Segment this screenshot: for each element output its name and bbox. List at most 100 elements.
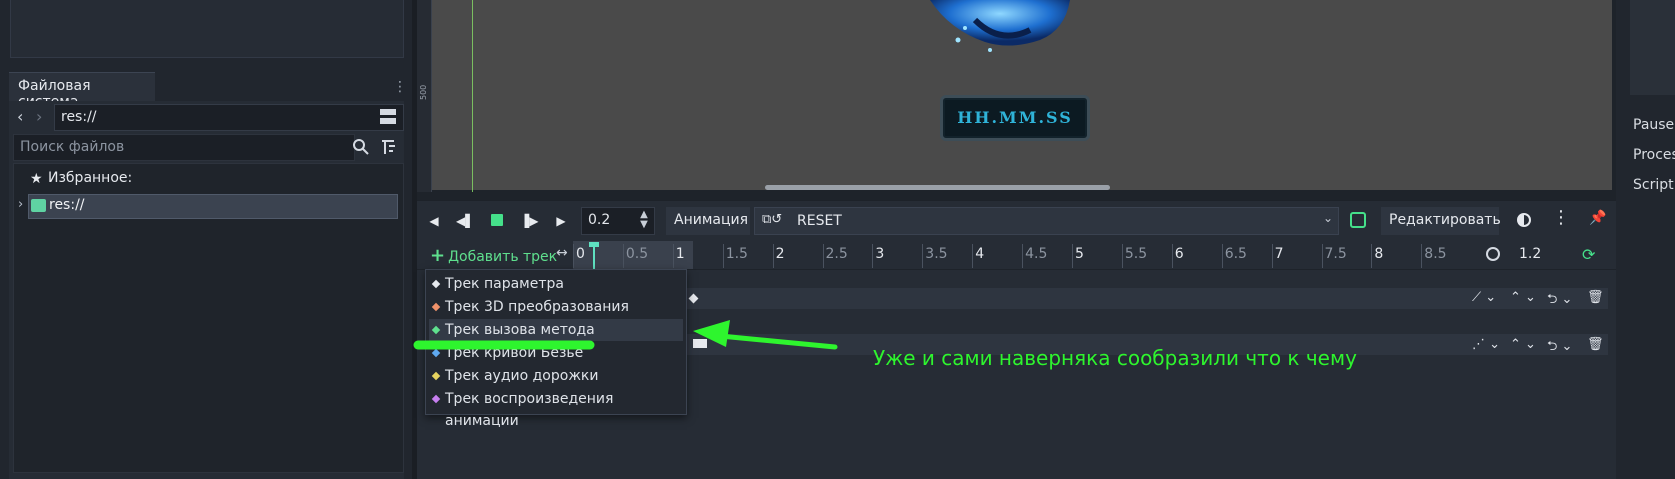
chevron-down-icon[interactable]: ⌄ bbox=[1323, 211, 1333, 225]
timeline-tick-label: 1.5 bbox=[725, 246, 748, 262]
timeline-tick-line bbox=[822, 244, 824, 268]
timeline-tick-line bbox=[922, 244, 924, 268]
add-track-button[interactable]: + Добавить трек bbox=[430, 245, 557, 266]
timeline-tick-line bbox=[772, 244, 774, 268]
loop-wrap-icon[interactable]: ⮌ ⌄ bbox=[1547, 337, 1572, 359]
loop-icon[interactable]: ⟳ bbox=[1582, 245, 1595, 264]
diamond-icon bbox=[431, 279, 441, 289]
inspector-item-pause[interactable]: Pause bbox=[1633, 117, 1675, 133]
timeline-tick-line bbox=[722, 244, 724, 268]
timeline-tick-label: 7 bbox=[1274, 246, 1284, 262]
timeline-tick-line bbox=[1022, 244, 1024, 268]
timeline-tick-label: 7.5 bbox=[1324, 246, 1347, 262]
reset-animation-icon: ⧉↺ bbox=[762, 212, 783, 227]
inspector-panel bbox=[1630, 0, 1675, 95]
tree-item-res-label: res:// bbox=[49, 197, 85, 213]
inspector-item-script[interactable]: Script bbox=[1633, 177, 1675, 193]
play-icon[interactable]: ▶ bbox=[552, 212, 570, 230]
timeline-tick-line bbox=[1321, 244, 1323, 268]
crystal-sprite[interactable] bbox=[930, 0, 1080, 55]
forward-arrow-icon[interactable]: › bbox=[36, 106, 50, 128]
autoplay-icon[interactable] bbox=[1350, 212, 1366, 228]
timeline-tick-label: 5 bbox=[1075, 246, 1084, 262]
play-from-start-icon[interactable]: ▐▶ bbox=[520, 212, 538, 230]
timeline-tick-label: 1 bbox=[675, 246, 685, 262]
timeline-tick-label: 2 bbox=[775, 246, 785, 262]
update-mode-icon[interactable]: ⌃ ⌄ bbox=[1510, 337, 1536, 352]
loop-wrap-icon[interactable]: ⮌ ⌄ bbox=[1547, 290, 1572, 312]
timeline-tick-line bbox=[1171, 244, 1173, 268]
timeline-tick-line bbox=[1221, 244, 1223, 268]
timeline-tick-line bbox=[573, 244, 574, 268]
dock-menu-icon[interactable]: ⋮ bbox=[393, 76, 407, 98]
animation-menu-button[interactable]: Анимация bbox=[666, 207, 750, 235]
diamond-icon bbox=[431, 371, 441, 381]
timeline-tick-line bbox=[1271, 244, 1273, 268]
play-backward-from-end-icon[interactable]: ◀▌ bbox=[456, 212, 474, 230]
interpolation-icon[interactable]: ⟋ ⌄ bbox=[1472, 290, 1496, 305]
update-mode-icon[interactable]: ⌃ ⌄ bbox=[1510, 290, 1536, 305]
timer-icon bbox=[1486, 247, 1500, 261]
stop-icon[interactable] bbox=[491, 214, 503, 226]
timeline-tick-line bbox=[672, 244, 674, 268]
timeline-tick-line bbox=[1421, 244, 1423, 268]
onion-skin-icon[interactable] bbox=[1517, 213, 1531, 227]
ruler-label: 500 bbox=[419, 84, 428, 100]
annotation-arrow bbox=[413, 320, 838, 350]
trash-icon[interactable]: 🗑 bbox=[1587, 337, 1604, 352]
sort-icon[interactable] bbox=[380, 138, 398, 156]
resize-arrows-icon[interactable]: ↔ bbox=[556, 245, 568, 261]
spinner-icon[interactable]: ▲ ▼ bbox=[638, 210, 650, 230]
menu-item-audio-track[interactable]: Трек аудио дорожки bbox=[429, 365, 683, 387]
interpolation-icon[interactable]: ⋰ ⌄ bbox=[1472, 337, 1500, 352]
timeline-tick-line bbox=[1072, 244, 1073, 268]
playhead[interactable] bbox=[593, 242, 595, 269]
menu-item-property-track[interactable]: Трек параметра bbox=[429, 273, 683, 295]
timeline-tick-label: 6.5 bbox=[1224, 246, 1247, 262]
trash-icon[interactable]: 🗑 bbox=[1587, 290, 1604, 305]
search-icon[interactable] bbox=[352, 138, 370, 156]
timeline-tick-line bbox=[972, 244, 974, 268]
timeline-tick-label: 6 bbox=[1174, 246, 1184, 262]
animation-select[interactable]: RESET bbox=[754, 207, 1339, 235]
chevron-right-icon[interactable]: › bbox=[18, 197, 23, 212]
timeline-tick-label: 3 bbox=[875, 246, 885, 262]
timeline-tick-label: 2.5 bbox=[825, 246, 848, 262]
path-input[interactable]: res:// bbox=[54, 104, 404, 131]
timeline-tick-label: 0.5 bbox=[625, 246, 649, 262]
animation-length-field[interactable]: 1.2 bbox=[1519, 246, 1541, 262]
timeline-tick-line bbox=[1121, 244, 1123, 268]
timeline-tick-label: 8.5 bbox=[1424, 246, 1447, 262]
folder-icon bbox=[31, 199, 46, 212]
timeline-tick-label: 4 bbox=[975, 246, 985, 262]
timeline-tick-label: 0 bbox=[576, 246, 585, 262]
timeline-tick-label: 8 bbox=[1374, 246, 1384, 262]
add-track-label: Добавить трек bbox=[448, 249, 558, 265]
plus-icon: + bbox=[430, 245, 446, 266]
timeline-tick-line bbox=[872, 244, 874, 268]
favorites-label[interactable]: Избранное: bbox=[48, 170, 132, 186]
annotation-text: Уже и сами наверняка сообразили что к че… bbox=[873, 346, 1357, 370]
menu-item-animation-playback-track[interactable]: Трек воспроизведения анимации bbox=[429, 388, 683, 429]
axis-guide-line bbox=[472, 0, 473, 192]
more-options-icon[interactable]: ⋮ bbox=[1552, 208, 1570, 228]
timeline-tick-label: 5.5 bbox=[1124, 246, 1148, 262]
tab-filesystem[interactable]: Файловая система bbox=[9, 72, 155, 110]
horizontal-scrollbar[interactable] bbox=[765, 185, 1110, 190]
file-search-input[interactable]: Поиск файлов bbox=[13, 134, 355, 161]
play-backward-icon[interactable]: ◀ bbox=[425, 212, 443, 230]
inspector-item-process[interactable]: Proces bbox=[1633, 147, 1675, 163]
timeline-tick-line bbox=[1371, 244, 1373, 268]
timeline-tick-label: 3.5 bbox=[925, 246, 948, 262]
pin-icon[interactable]: 📌 bbox=[1589, 210, 1606, 226]
diamond-icon bbox=[431, 302, 441, 312]
timeline-tick-label: 4.5 bbox=[1025, 246, 1048, 262]
diamond-icon bbox=[431, 394, 441, 404]
star-icon: ★ bbox=[30, 171, 43, 187]
scene-tree-panel bbox=[10, 0, 404, 58]
split-view-icon[interactable] bbox=[380, 109, 396, 125]
edit-button[interactable]: Редактировать bbox=[1381, 207, 1501, 235]
back-arrow-icon[interactable]: ‹ bbox=[17, 106, 31, 128]
timeline-tick-line bbox=[622, 244, 624, 268]
clock-label[interactable]: HH.MM.SS bbox=[940, 95, 1090, 141]
